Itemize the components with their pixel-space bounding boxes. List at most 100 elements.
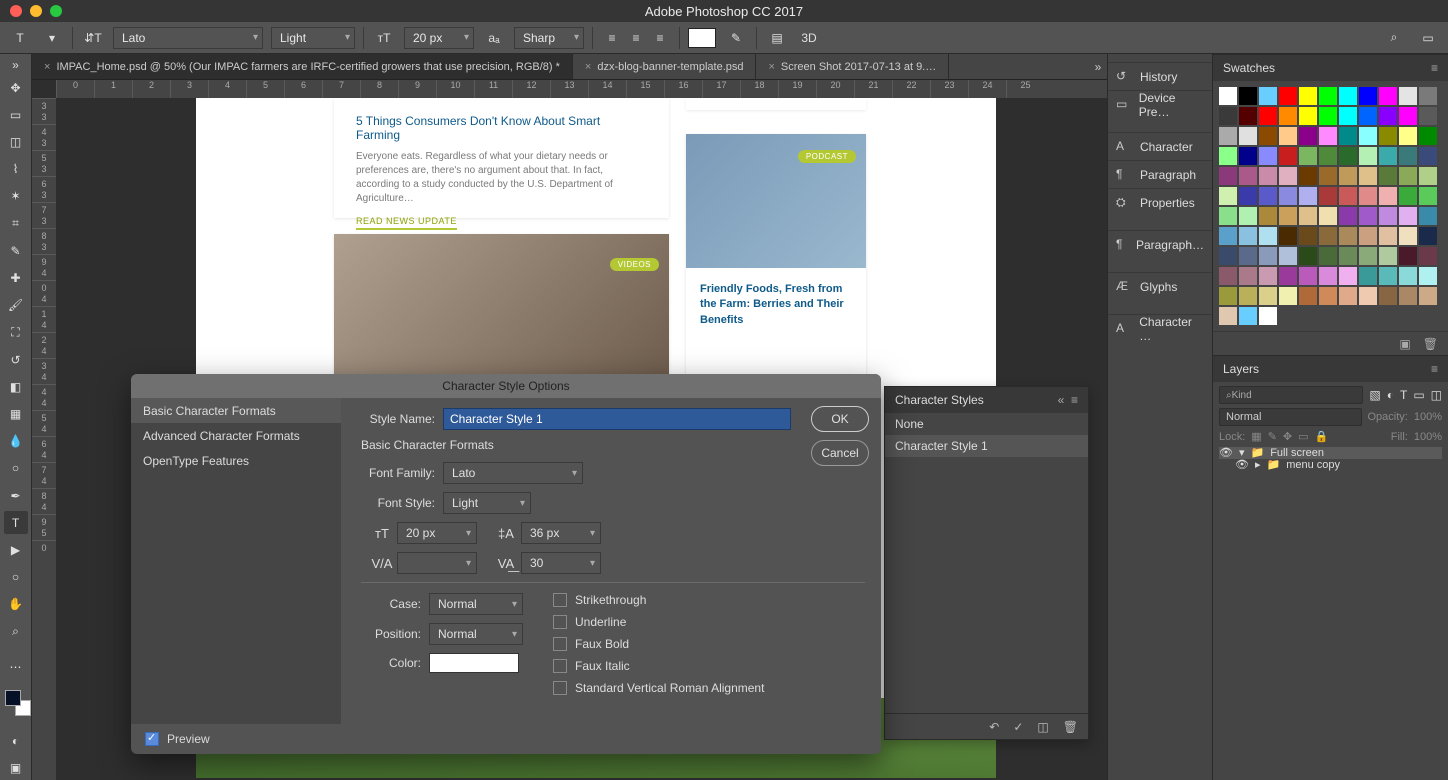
swatch[interactable] xyxy=(1259,267,1277,285)
swatch[interactable] xyxy=(1339,127,1357,145)
ok-button[interactable]: OK xyxy=(811,406,869,432)
screen-mode-icon[interactable]: ▣ xyxy=(4,757,28,780)
swatch[interactable] xyxy=(1339,87,1357,105)
swatch[interactable] xyxy=(1399,207,1417,225)
clear-override-icon[interactable]: ↶ xyxy=(989,720,999,734)
swatch[interactable] xyxy=(1239,207,1257,225)
swatch[interactable] xyxy=(1399,167,1417,185)
align-left-button[interactable]: ≡ xyxy=(601,28,623,48)
swatch[interactable] xyxy=(1299,247,1317,265)
zoom-tool[interactable]: ⌕ xyxy=(4,620,28,643)
expand-icon[interactable]: ▸ xyxy=(1255,459,1261,471)
swatch[interactable] xyxy=(1279,167,1297,185)
swatch[interactable] xyxy=(1319,127,1337,145)
lock-position-icon[interactable]: ✎ xyxy=(1268,430,1277,443)
paragraph-styles-panel-button[interactable]: ¶Paragraph… xyxy=(1108,230,1212,258)
healing-brush-tool[interactable]: ✚ xyxy=(4,266,28,289)
swatch[interactable] xyxy=(1219,87,1237,105)
antialias-select[interactable]: Sharp xyxy=(514,27,584,49)
lock-artboard-icon[interactable]: ▭ xyxy=(1298,430,1308,443)
swatch[interactable] xyxy=(1239,147,1257,165)
sidebar-item-advanced[interactable]: Advanced Character Formats xyxy=(131,423,341,448)
swatch[interactable] xyxy=(1359,87,1377,105)
device-preview-panel-button[interactable]: ▭Device Pre… xyxy=(1108,90,1212,118)
swatch[interactable] xyxy=(1379,127,1397,145)
blur-tool[interactable]: 💧 xyxy=(4,430,28,453)
leading-input[interactable]: 36 px xyxy=(521,522,601,544)
eyedropper-tool[interactable]: ✎ xyxy=(4,239,28,262)
case-select[interactable]: Normal xyxy=(429,593,523,615)
swatch[interactable] xyxy=(1239,227,1257,245)
swatch[interactable] xyxy=(1419,267,1437,285)
swatch[interactable] xyxy=(1319,207,1337,225)
tab-overflow-icon[interactable]: » xyxy=(1089,54,1107,79)
edit-toolbar[interactable]: ⋯ xyxy=(4,655,28,678)
swatch[interactable] xyxy=(1379,87,1397,105)
swatch[interactable] xyxy=(1379,247,1397,265)
swatch[interactable] xyxy=(1379,267,1397,285)
swatch[interactable] xyxy=(1399,187,1417,205)
swatch[interactable] xyxy=(1359,227,1377,245)
close-tab-icon[interactable]: × xyxy=(585,61,591,73)
character-style-item[interactable]: None xyxy=(885,413,1088,435)
swatch[interactable] xyxy=(1359,267,1377,285)
filter-adjust-icon[interactable]: ◐ xyxy=(1387,388,1394,402)
move-tool[interactable]: ✥ xyxy=(4,76,28,99)
layer-row[interactable]: 👁▸📁menu copy xyxy=(1219,459,1442,471)
swatch[interactable] xyxy=(1259,287,1277,305)
swatch[interactable] xyxy=(1359,127,1377,145)
visibility-icon[interactable]: 👁 xyxy=(1219,447,1233,459)
swatch[interactable] xyxy=(1239,267,1257,285)
layer-filter-search[interactable]: ⌕ Kind xyxy=(1219,386,1363,404)
swatch[interactable] xyxy=(1219,127,1237,145)
swatch[interactable] xyxy=(1239,307,1257,325)
close-tab-icon[interactable]: × xyxy=(768,61,774,73)
swatch[interactable] xyxy=(1279,247,1297,265)
underline-checkbox[interactable]: Underline xyxy=(553,615,764,629)
swatch[interactable] xyxy=(1259,107,1277,125)
swatch[interactable] xyxy=(1319,167,1337,185)
swatch[interactable] xyxy=(1319,287,1337,305)
expand-icon[interactable]: ▾ xyxy=(1239,447,1245,459)
swatch[interactable] xyxy=(1339,267,1357,285)
sidebar-item-opentype[interactable]: OpenType Features xyxy=(131,448,341,473)
swatch[interactable] xyxy=(1359,207,1377,225)
swatch[interactable] xyxy=(1299,207,1317,225)
swatch[interactable] xyxy=(1379,227,1397,245)
paragraph-panel-button[interactable]: ¶Paragraph xyxy=(1108,160,1212,188)
eraser-tool[interactable]: ◧ xyxy=(4,375,28,398)
swatch[interactable] xyxy=(1379,147,1397,165)
visibility-icon[interactable]: 👁 xyxy=(1235,459,1249,471)
swatch[interactable] xyxy=(1419,87,1437,105)
swatch[interactable] xyxy=(1299,147,1317,165)
swatch[interactable] xyxy=(1399,127,1417,145)
swatch[interactable] xyxy=(1239,127,1257,145)
swatch[interactable] xyxy=(1219,267,1237,285)
glyphs-panel-button[interactable]: ÆGlyphs xyxy=(1108,272,1212,300)
swatch[interactable] xyxy=(1419,247,1437,265)
swatch[interactable] xyxy=(1339,207,1357,225)
delete-swatch-icon[interactable]: 🗑 xyxy=(1423,337,1438,351)
path-select-tool[interactable]: ▶ xyxy=(4,538,28,561)
panel-menu-icon[interactable]: ≡ xyxy=(1431,61,1438,75)
document-tab[interactable]: ×Screen Shot 2017-07-13 at 9.… xyxy=(756,54,949,79)
swatch[interactable] xyxy=(1239,187,1257,205)
delete-style-icon[interactable]: 🗑 xyxy=(1063,720,1078,734)
swatch[interactable] xyxy=(1219,307,1237,325)
preview-checkbox[interactable] xyxy=(145,732,159,746)
swatch[interactable] xyxy=(1319,227,1337,245)
swatch[interactable] xyxy=(1319,87,1337,105)
font-family-select[interactable]: Lato xyxy=(443,462,583,484)
font-size-input[interactable]: 20 px xyxy=(397,522,477,544)
swatch[interactable] xyxy=(1419,187,1437,205)
swatch[interactable] xyxy=(1419,167,1437,185)
pen-tool[interactable]: ✒ xyxy=(4,484,28,507)
faux-bold-checkbox[interactable]: Faux Bold xyxy=(553,637,764,651)
swatch[interactable] xyxy=(1219,207,1237,225)
swatch[interactable] xyxy=(1359,187,1377,205)
swatch[interactable] xyxy=(1279,207,1297,225)
redefine-style-icon[interactable]: ✓ xyxy=(1013,720,1023,734)
character-styles-panel-button[interactable]: ACharacter … xyxy=(1108,314,1212,342)
swatch[interactable] xyxy=(1419,147,1437,165)
align-right-button[interactable]: ≡ xyxy=(649,28,671,48)
